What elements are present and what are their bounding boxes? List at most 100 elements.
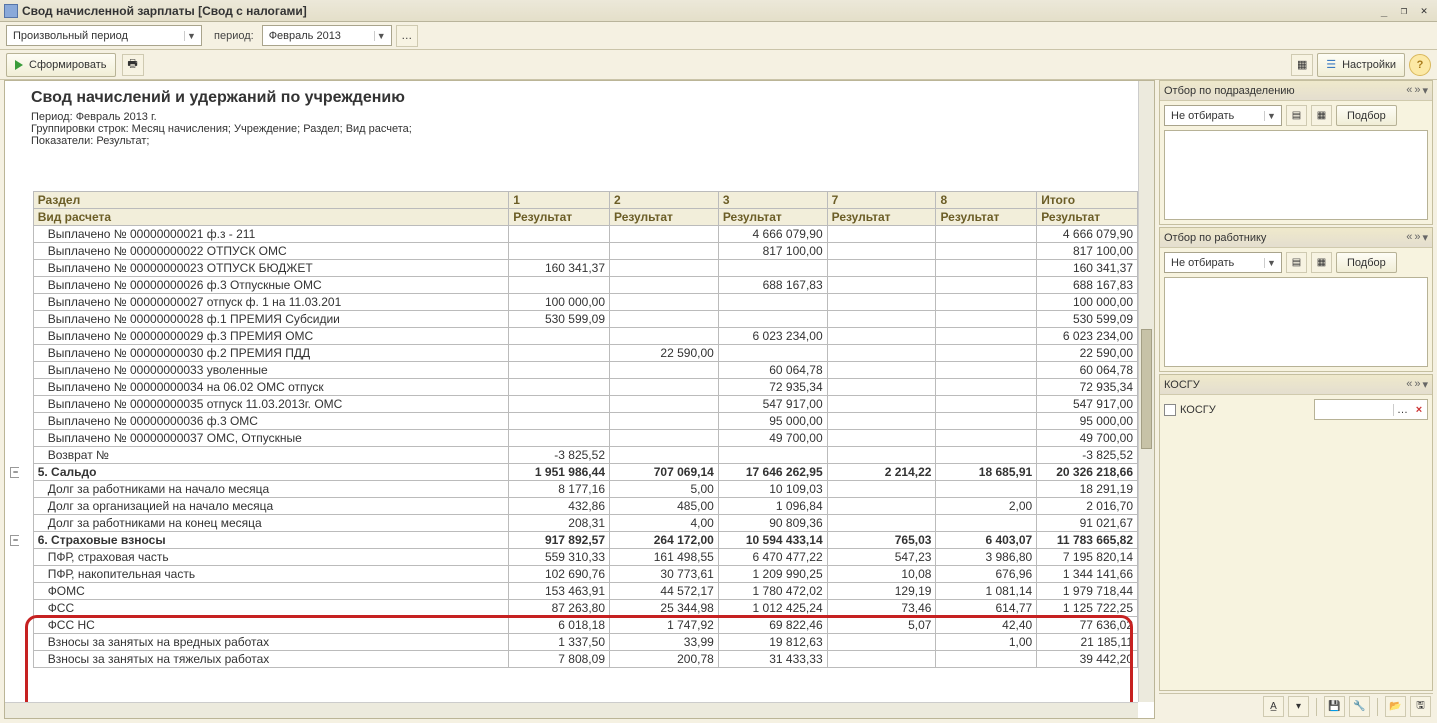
tool-dropdown-icon[interactable]: ▾ [1288,696,1309,717]
table-row[interactable]: Выплачено № 00000000027 отпуск ф. 1 на 1… [5,294,1138,311]
cell: 817 100,00 [718,243,827,260]
table-row[interactable]: Долг за работниками на конец месяца208,3… [5,515,1138,532]
next-icon[interactable]: » [1414,378,1420,391]
row-name: Долг за организацией на начало месяца [33,498,509,515]
collapse-icon[interactable]: − [10,467,19,478]
prev-icon[interactable]: « [1406,378,1412,391]
row-name: Выплачено № 00000000028 ф.1 ПРЕМИЯ Субси… [33,311,509,328]
font-tool-icon[interactable]: A̲ [1263,696,1284,717]
list-mode-icon[interactable]: ▤ [1286,105,1307,126]
kosgu-input[interactable]: … × [1314,399,1428,420]
table-row[interactable]: ПФР, страховая часть559 310,33161 498,55… [5,549,1138,566]
kosgu-checkbox[interactable] [1164,404,1176,416]
cell: 49 700,00 [718,430,827,447]
save2-tool-icon[interactable]: 🖫 [1410,696,1431,717]
cell: 7 195 820,14 [1037,549,1138,566]
table-row[interactable]: Выплачено № 00000000033 уволенные60 064,… [5,362,1138,379]
horizontal-scrollbar[interactable] [5,702,1138,718]
collapse-icon[interactable]: − [10,535,19,546]
cell: 11 783 665,82 [1037,532,1138,549]
next-icon[interactable]: » [1414,84,1420,97]
table-row[interactable]: ФОМС153 463,9144 572,171 780 472,02129,1… [5,583,1138,600]
cell [936,328,1037,345]
table-row[interactable]: Взносы за занятых на тяжелых работах7 80… [5,651,1138,668]
panel2-title: Отбор по работнику [1164,232,1406,244]
cell [718,294,827,311]
emp-select-button[interactable]: Подбор [1336,252,1397,273]
col-calc-type: Вид расчета [33,209,509,226]
cell: 6 023 234,00 [1037,328,1138,345]
row-name: Долг за работниками на конец месяца [33,515,509,532]
save-tool-icon[interactable]: 💾 [1324,696,1345,717]
cell: 100 000,00 [509,294,610,311]
cell [827,396,936,413]
cell: 69 822,46 [718,617,827,634]
dropdown-icon[interactable]: ▾ [1422,378,1428,391]
open-tool-icon[interactable]: 📂 [1385,696,1406,717]
form-report-button[interactable]: Сформировать [6,53,116,77]
dept-filter-mode[interactable]: Не отбирать ▼ [1164,105,1282,126]
table-row[interactable]: Выплачено № 00000000034 на 06.02 ОМС отп… [5,379,1138,396]
cell [827,345,936,362]
cell: 72 935,34 [1037,379,1138,396]
lookup-icon[interactable]: … [1393,404,1411,416]
wrench-icon[interactable]: 🔧 [1349,696,1370,717]
print-button[interactable]: 🖶 [122,54,144,76]
minimize-button[interactable]: _ [1375,4,1393,18]
table-row[interactable]: −6. Страховые взносы917 892,57264 172,00… [5,532,1138,549]
table-row[interactable]: Выплачено № 00000000026 ф.3 Отпускные ОМ… [5,277,1138,294]
table-row[interactable]: Долг за организацией на начало месяца432… [5,498,1138,515]
table-row[interactable]: −5. Сальдо1 951 986,44707 069,1417 646 2… [5,464,1138,481]
table-row[interactable]: Выплачено № 00000000037 ОМС, Отпускные49… [5,430,1138,447]
period-type-dropdown[interactable]: Произвольный период ▼ [6,25,202,46]
next-icon[interactable]: » [1414,231,1420,244]
period-value-dropdown[interactable]: Февраль 2013 ▼ [262,25,392,46]
table-row[interactable]: Выплачено № 00000000029 ф.3 ПРЕМИЯ ОМС6 … [5,328,1138,345]
clear-icon[interactable]: × [1411,404,1427,416]
tree-mode-icon[interactable]: ▦ [1311,252,1332,273]
cell: 5,07 [827,617,936,634]
cell: 1 344 141,66 [1037,566,1138,583]
cell: 688 167,83 [1037,277,1138,294]
emp-filter-mode[interactable]: Не отбирать ▼ [1164,252,1282,273]
cell [827,328,936,345]
table-row[interactable]: Выплачено № 00000000021 ф.з - 2114 666 0… [5,226,1138,243]
cell: 31 433,33 [718,651,827,668]
table-row[interactable]: Выплачено № 00000000035 отпуск 11.03.201… [5,396,1138,413]
table-row[interactable]: ПФР, накопительная часть102 690,7630 773… [5,566,1138,583]
dept-list[interactable] [1164,130,1428,220]
prev-icon[interactable]: « [1406,84,1412,97]
table-row[interactable]: ФСС НС6 018,181 747,9269 822,465,0742,40… [5,617,1138,634]
table-row[interactable]: Выплачено № 00000000036 ф.3 ОМС95 000,00… [5,413,1138,430]
table-row[interactable]: Возврат №-3 825,52-3 825,52 [5,447,1138,464]
cell [610,260,719,277]
dropdown-icon[interactable]: ▾ [1422,84,1428,97]
table-row[interactable]: Выплачено № 00000000022 ОТПУСК ОМС817 10… [5,243,1138,260]
help-button[interactable]: ? [1409,54,1431,76]
dropdown-icon[interactable]: ▾ [1422,231,1428,244]
chevron-down-icon: ▼ [374,31,388,41]
table-row[interactable]: Выплачено № 00000000030 ф.2 ПРЕМИЯ ПДД22… [5,345,1138,362]
cell: 2 016,70 [1037,498,1138,515]
prev-icon[interactable]: « [1406,231,1412,244]
emp-list[interactable] [1164,277,1428,367]
row-name: Взносы за занятых на вредных работах [33,634,509,651]
table-view-button[interactable]: ▦ [1291,54,1313,76]
table-row[interactable]: Выплачено № 00000000028 ф.1 ПРЕМИЯ Субси… [5,311,1138,328]
list-mode-icon[interactable]: ▤ [1286,252,1307,273]
dept-select-button[interactable]: Подбор [1336,105,1397,126]
table-row[interactable]: Взносы за занятых на вредных работах1 33… [5,634,1138,651]
restore-button[interactable]: ❐ [1395,4,1413,18]
settings-button[interactable]: ☰ Настройки [1317,53,1405,77]
table-row[interactable]: Выплачено № 00000000023 ОТПУСК БЮДЖЕТ160… [5,260,1138,277]
close-button[interactable]: ✕ [1415,4,1433,18]
cell: 1,00 [936,634,1037,651]
table-row[interactable]: Долг за работниками на начало месяца8 17… [5,481,1138,498]
tree-mode-icon[interactable]: ▦ [1311,105,1332,126]
table-row[interactable]: ФСС87 263,8025 344,981 012 425,2473,4661… [5,600,1138,617]
cell [936,311,1037,328]
period-dialog-button[interactable]: … [396,25,418,47]
row-name: Выплачено № 00000000035 отпуск 11.03.201… [33,396,509,413]
cell: 1 337,50 [509,634,610,651]
vertical-scrollbar[interactable] [1138,81,1154,702]
